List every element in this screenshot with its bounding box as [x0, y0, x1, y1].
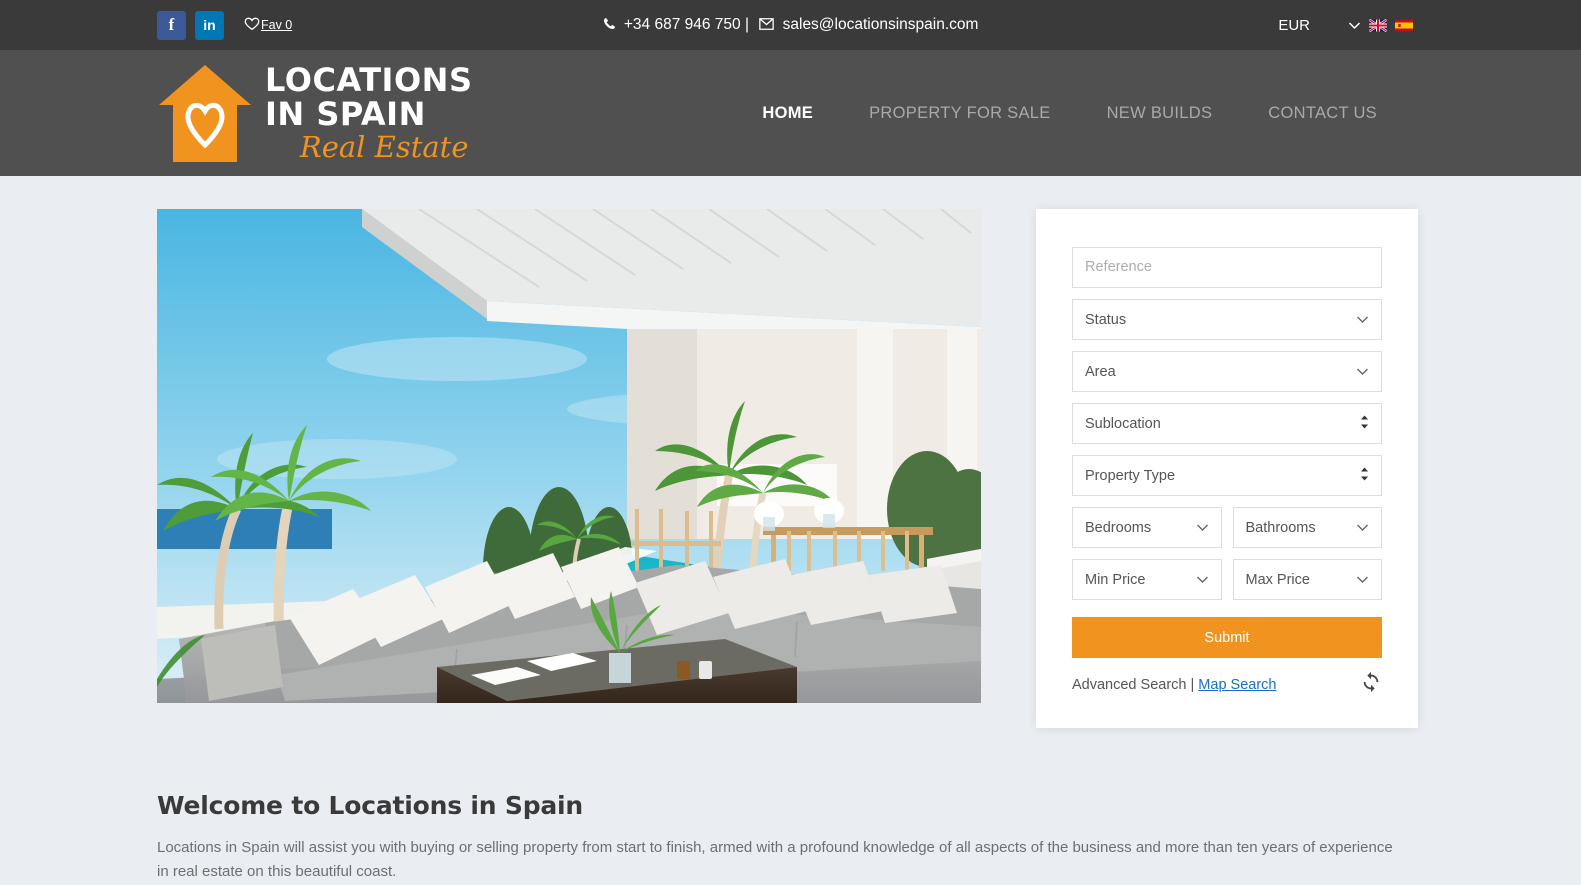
bathrooms-label: Bathrooms: [1245, 519, 1316, 536]
reference-placeholder: Reference: [1085, 259, 1152, 275]
reset-search-icon[interactable]: [1360, 671, 1382, 698]
chevron-down-icon: [1348, 17, 1361, 34]
chevron-down-icon: [1356, 520, 1369, 536]
welcome-section: Welcome to Locations in Spain Locations …: [157, 791, 1401, 885]
search-panel-footer: Advanced Search | Map Search: [1072, 671, 1382, 698]
currency-selector[interactable]: EUR: [1278, 17, 1361, 34]
nav-item-home[interactable]: HOME: [734, 104, 841, 123]
linkedin-icon[interactable]: in: [195, 10, 224, 40]
area-label: Area: [1085, 363, 1116, 380]
search-footer-links: Advanced Search | Map Search: [1072, 677, 1276, 693]
status-select[interactable]: Status: [1072, 299, 1382, 340]
logo-tagline: Real Estate: [299, 130, 469, 164]
nav-item-new-builds[interactable]: NEW BUILDS: [1079, 104, 1241, 123]
phone-number[interactable]: +34 687 946 750: [624, 16, 741, 33]
bedrooms-select[interactable]: Bedrooms: [1072, 507, 1222, 548]
main-navigation: HOME PROPERTY FOR SALE NEW BUILDS CONTAC…: [734, 104, 1405, 123]
logo-wordmark: LOCATIONS IN SPAIN Real Estate: [265, 64, 472, 162]
max-price-label: Max Price: [1245, 571, 1310, 588]
property-type-label: Property Type: [1085, 467, 1176, 484]
site-header: LOCATIONS IN SPAIN Real Estate HOME PROP…: [0, 50, 1581, 176]
site-logo[interactable]: LOCATIONS IN SPAIN Real Estate: [157, 61, 472, 166]
chevron-down-icon: [1196, 572, 1209, 588]
status-label: Status: [1085, 311, 1127, 328]
rooms-row: Bedrooms Bathrooms: [1072, 507, 1382, 559]
property-type-select[interactable]: Property Type: [1072, 455, 1382, 496]
chevron-down-icon: [1196, 520, 1209, 536]
topbar-right-controls: EUR: [1278, 17, 1413, 34]
chevron-down-icon: [1356, 572, 1369, 588]
logo-line-2: IN SPAIN: [265, 95, 426, 133]
currency-value: EUR: [1278, 16, 1310, 34]
nav-item-contact-us[interactable]: CONTACT US: [1240, 104, 1405, 123]
house-heart-logo-icon: [157, 61, 253, 166]
language-flag-en[interactable]: [1368, 18, 1388, 32]
price-row: Min Price Max Price: [1072, 559, 1382, 611]
contact-separator: |: [744, 15, 749, 33]
map-search-link[interactable]: Map Search: [1198, 677, 1276, 693]
logo-line-1: LOCATIONS: [265, 61, 473, 99]
reference-input[interactable]: Reference: [1072, 247, 1382, 288]
min-price-label: Min Price: [1085, 571, 1146, 588]
top-bar: f in Fav 0 +34 687 946 750 | sales@locat…: [0, 0, 1581, 50]
sublocation-select[interactable]: Sublocation: [1072, 403, 1382, 444]
hero-and-search-row: Reference Status Area Sublocation Proper…: [157, 209, 1424, 728]
property-search-panel: Reference Status Area Sublocation Proper…: [1036, 209, 1418, 728]
chevron-down-icon: [1356, 312, 1369, 328]
links-separator: |: [1186, 676, 1199, 693]
email-icon: [759, 17, 775, 35]
email-address[interactable]: sales@locationsinspain.com: [783, 16, 979, 33]
hero-image: [157, 209, 981, 703]
stepper-arrows-icon: [1360, 415, 1369, 431]
page-title: Welcome to Locations in Spain: [157, 791, 584, 820]
max-price-select[interactable]: Max Price: [1232, 559, 1382, 600]
language-flag-es[interactable]: [1395, 19, 1413, 32]
bathrooms-select[interactable]: Bathrooms: [1232, 507, 1382, 548]
facebook-icon[interactable]: f: [157, 10, 186, 40]
main-content: Reference Status Area Sublocation Proper…: [0, 176, 1581, 885]
submit-button[interactable]: Submit: [1072, 617, 1382, 658]
welcome-paragraph: Locations in Spain will assist you with …: [157, 839, 1393, 881]
area-select[interactable]: Area: [1072, 351, 1382, 392]
advanced-search-link[interactable]: Advanced Search: [1072, 677, 1186, 693]
social-links: f in Fav 0: [157, 10, 292, 40]
bedrooms-label: Bedrooms: [1085, 519, 1152, 536]
phone-icon: [603, 17, 616, 35]
sublocation-label: Sublocation: [1085, 415, 1161, 432]
min-price-select[interactable]: Min Price: [1072, 559, 1222, 600]
stepper-arrows-icon: [1360, 467, 1369, 483]
favourites-link[interactable]: Fav 0: [244, 17, 292, 34]
heart-icon: [244, 17, 260, 34]
nav-item-property-for-sale[interactable]: PROPERTY FOR SALE: [841, 104, 1078, 123]
favourites-count-label: Fav 0: [261, 18, 293, 32]
chevron-down-icon: [1356, 364, 1369, 380]
